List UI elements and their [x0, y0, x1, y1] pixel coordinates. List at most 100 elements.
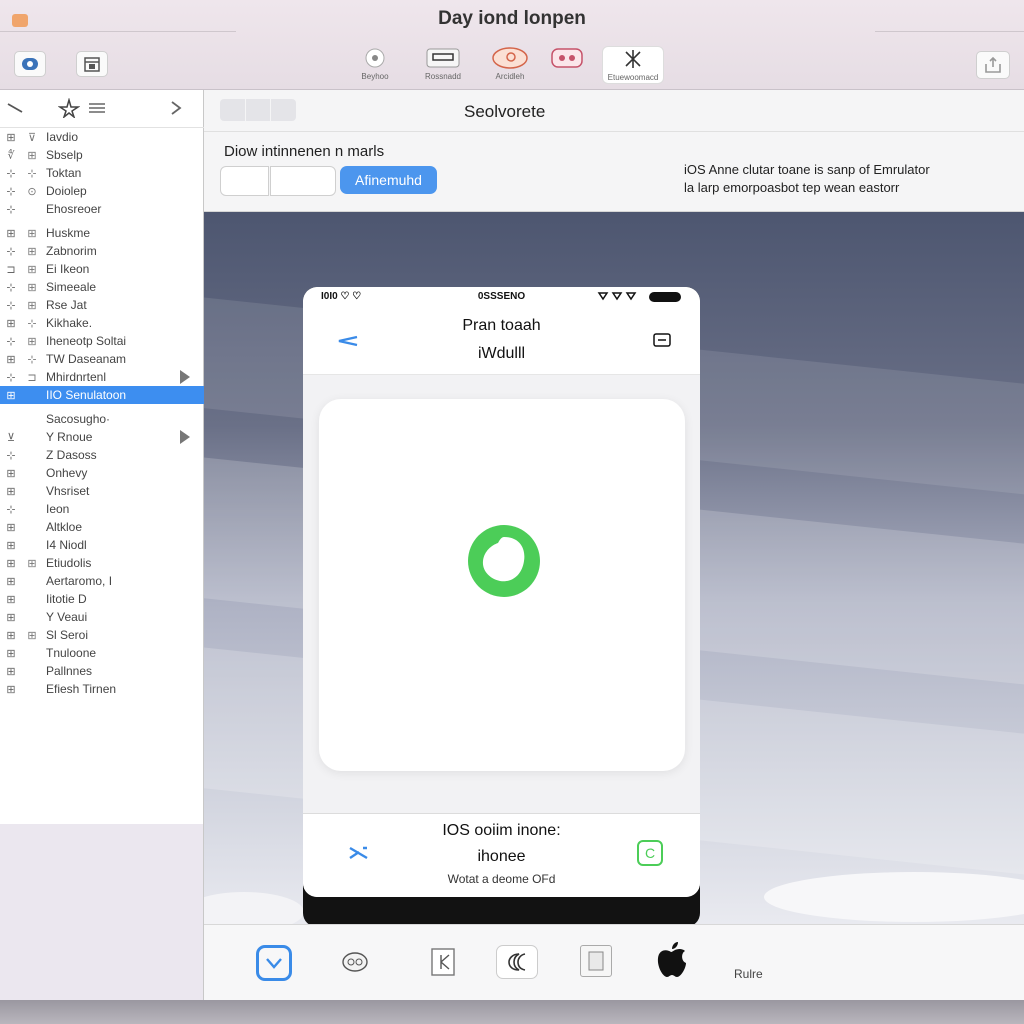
- sidebar-item-label: Y Rnoue: [46, 430, 93, 444]
- dock-moon-button[interactable]: [496, 945, 538, 979]
- sidebar-item-label: IIO Senulatoon: [46, 388, 127, 402]
- description-line-2: la larp emorpoasbot tep wean eastorr: [684, 180, 900, 195]
- sidebar-item-icon: ⊞: [6, 683, 16, 696]
- bottom-title: IOS ooiim inone:: [442, 822, 561, 839]
- sidebar-item[interactable]: ⊞ Pallnnes: [0, 662, 204, 680]
- sidebar-item-secondary-icon: ⊞: [27, 335, 37, 348]
- sidebar-item[interactable]: ⊞ ⊽ Iavdio: [0, 128, 204, 146]
- title-divider: [875, 31, 1024, 32]
- background-highlight: [204, 892, 304, 924]
- sidebar-item-icon: ⊞: [6, 131, 16, 144]
- sidebar-item[interactable]: ⊞ Efiesh Tirnen: [0, 680, 204, 698]
- controller-icon: [342, 952, 368, 972]
- sidebar-item[interactable]: ⊞ Aertaromo, I: [0, 572, 204, 590]
- view-toggle-middle[interactable]: [246, 99, 272, 121]
- sidebar-item[interactable]: ⊹ ⊞ Iheneotp Soltai: [0, 332, 204, 350]
- toolbar-disc-button[interactable]: Beyhoo: [358, 46, 392, 84]
- disclosure-arrow-icon[interactable]: [180, 430, 190, 444]
- sidebar-item-label: Iheneotp Soltai: [46, 334, 127, 348]
- sidebar-toggle-button[interactable]: [14, 51, 46, 77]
- segment-right[interactable]: [270, 166, 336, 196]
- segment-left[interactable]: [220, 166, 269, 196]
- sidebar-item[interactable]: ⊹ ⊙ Doiolep: [0, 182, 204, 200]
- sidebar-footer: [0, 824, 204, 1000]
- main-controls: Diow intinnenen n marls Afinemuhd iOS An…: [204, 132, 1024, 212]
- battery-icon: [649, 292, 681, 302]
- sidebar-item[interactable]: ⊐ ⊞ Ei Ikeon: [0, 260, 204, 278]
- sidebar-item-secondary-icon: ⊞: [27, 281, 37, 294]
- sidebar-item-icon: ⊞: [6, 227, 16, 240]
- calendar-button[interactable]: [76, 51, 108, 77]
- sidebar-item[interactable]: ⊹ Ehosreoer: [0, 200, 204, 218]
- view-toggle[interactable]: [220, 99, 296, 121]
- view-toggle-right[interactable]: [271, 99, 296, 121]
- sidebar-item[interactable]: ⊹ ⊞ Rse Jat: [0, 296, 204, 314]
- chevron-right-icon[interactable]: [170, 100, 182, 116]
- sidebar-item[interactable]: ⊹ ⊞ Simeeale: [0, 278, 204, 296]
- phone-subtitle: iWdulll: [477, 345, 526, 362]
- menu-icon[interactable]: [653, 333, 671, 347]
- dock-page-button[interactable]: [426, 945, 460, 979]
- sidebar-item-icon: ⊐: [6, 263, 16, 276]
- sidebar-item-label: Pallnnes: [46, 664, 93, 678]
- shuffle-icon[interactable]: [347, 844, 371, 862]
- sidebar-item[interactable]: ⊞ IIO Senulatoon: [0, 386, 204, 404]
- dock-label: Rulre: [734, 967, 763, 981]
- toolbar-device-button[interactable]: Rossnadd: [422, 46, 464, 84]
- sidebar-item[interactable]: ⊞ ⊞ Etiudolis: [0, 554, 204, 572]
- sidebar-item[interactable]: ⊹ ⊞ Zabnorim: [0, 242, 204, 260]
- check-icon: [266, 958, 282, 969]
- sidebar-item-icon: ⊹: [6, 245, 16, 258]
- toolbar-tag-button[interactable]: [548, 46, 586, 84]
- app-logo-icon[interactable]: [464, 521, 544, 601]
- chevron-left-icon[interactable]: [6, 102, 24, 114]
- sidebar-item-label: Mhirdnrtenl: [46, 370, 107, 384]
- sidebar-item[interactable]: ⊹ ⊐ Mhirdnrtenl: [0, 368, 204, 386]
- sidebar-item[interactable]: ⊹ Z Dasoss: [0, 446, 204, 464]
- sidebar-item-label: Tnuloone: [46, 646, 97, 660]
- view-toggle-left[interactable]: [220, 99, 246, 121]
- sidebar-item[interactable]: ⊞ Onhevy: [0, 464, 204, 482]
- sidebar-item[interactable]: ⊞ I4 Niodl: [0, 536, 204, 554]
- sidebar-item[interactable]: ⊹ Ieon: [0, 500, 204, 518]
- apple-logo-icon: [657, 942, 686, 977]
- sidebar-item-icon: ⊹: [6, 281, 16, 294]
- sidebar-item[interactable]: ⊞ Y Veaui: [0, 608, 204, 626]
- disclosure-arrow-icon[interactable]: [180, 370, 190, 384]
- toolbar-grid-button[interactable]: Etuewoomacd: [602, 46, 664, 84]
- sidebar-item-icon: ∜: [7, 149, 15, 162]
- star-icon[interactable]: [58, 98, 80, 118]
- dock-controller-button[interactable]: [338, 945, 372, 979]
- sidebar-item[interactable]: ⊞ Iitotie D: [0, 590, 204, 608]
- sidebar-item[interactable]: Sacosugho·: [0, 410, 204, 428]
- sidebar-item-label: Efiesh Tirnen: [46, 682, 117, 696]
- iphone-simulator[interactable]: I0I0 ♡ ♡ 0SSSENO Pran toaah iWdulll IOS …: [303, 287, 700, 927]
- sidebar-item[interactable]: ⊞ ⊞ Sl Seroi: [0, 626, 204, 644]
- sidebar-item-icon: ⊞: [6, 353, 16, 366]
- sidebar-item[interactable]: ⊞ ⊞ Huskme: [0, 224, 204, 242]
- sidebar-item[interactable]: ⊻ Y Rnoue: [0, 428, 204, 446]
- sidebar-item[interactable]: ⊞ ⊹ TW Daseanam: [0, 350, 204, 368]
- share-button[interactable]: [976, 51, 1010, 79]
- sidebar-item-label: Ehosreoer: [46, 202, 102, 216]
- phone-nav-bar: I0I0 ♡ ♡ 0SSSENO Pran toaah iWdulll: [303, 287, 700, 375]
- primary-button[interactable]: Afinemuhd: [340, 166, 437, 194]
- sidebar-item[interactable]: ⊹ ⊹ Toktan: [0, 164, 204, 182]
- sidebar-item[interactable]: ∜ ⊞ Sbselp: [0, 146, 204, 164]
- sidebar-item-label: Sbselp: [46, 148, 83, 162]
- sidebar-item[interactable]: ⊞ Altkloe: [0, 518, 204, 536]
- sidebar-item[interactable]: ⊞ Tnuloone: [0, 644, 204, 662]
- list-icon[interactable]: [88, 102, 106, 114]
- sidebar-item[interactable]: ⊞ Vhsriset: [0, 482, 204, 500]
- sidebar-item-secondary-icon: ⊞: [27, 263, 37, 276]
- refresh-icon[interactable]: C: [637, 840, 663, 866]
- content-card[interactable]: [319, 399, 685, 771]
- dock-apple-button[interactable]: [652, 941, 690, 979]
- dock-square-button[interactable]: [580, 945, 612, 977]
- sidebar-item[interactable]: ⊞ ⊹ Kikhake.: [0, 314, 204, 332]
- dock-check-button[interactable]: [256, 945, 292, 981]
- grid-icon: [625, 50, 641, 68]
- toolbar-cloud-button[interactable]: Arcidleh: [488, 46, 532, 84]
- sidebar-item-secondary-icon: ⊽: [27, 131, 37, 144]
- sidebar-item-label: Sacosugho·: [46, 412, 111, 426]
